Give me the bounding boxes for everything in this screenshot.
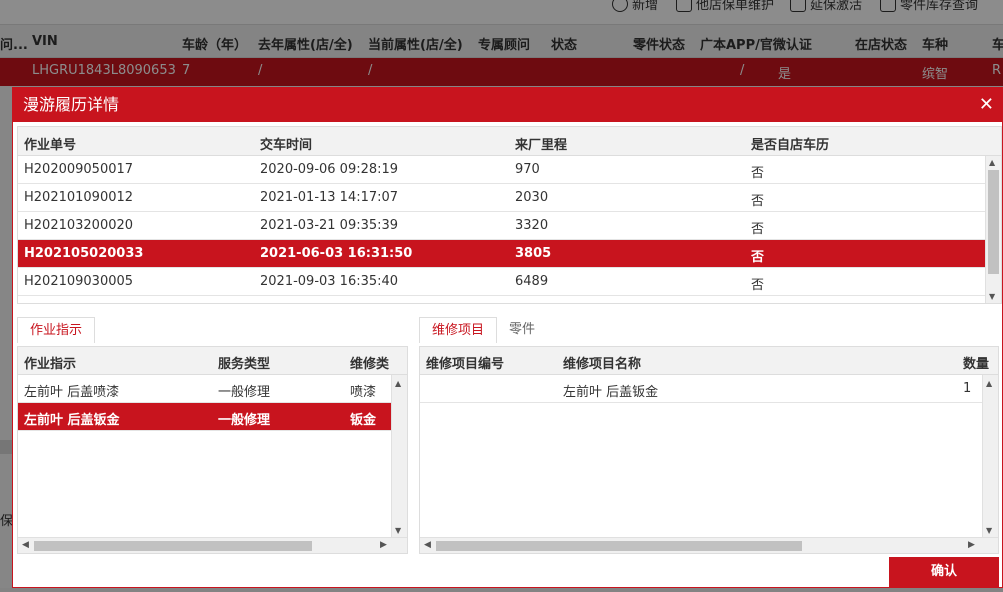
- history-cell-mileage: 3320: [515, 218, 549, 233]
- dialog-title-bar: 漫游履历详情 ✕: [13, 88, 1002, 122]
- dialog-title: 漫游履历详情: [23, 95, 120, 114]
- col-mileage[interactable]: 来厂里程: [515, 134, 567, 153]
- history-cell-time: 2021-09-03 16:35:40: [260, 274, 399, 289]
- col-instruction[interactable]: 作业指示: [24, 353, 76, 372]
- right-vscrollbar[interactable]: ▲ ▼: [982, 375, 998, 539]
- history-row[interactable]: H202109030005 2021-09-03 16:35:40 6489 否: [18, 268, 1001, 296]
- history-table-header: 作业单号 交车时间 来厂里程 是否自店车历: [18, 127, 1001, 156]
- history-cell-mileage: 970: [515, 162, 540, 177]
- right-tabs: 维修项目 零件: [419, 317, 547, 343]
- instruction-cell-repair: 钣金: [350, 413, 377, 428]
- tab-repair-items[interactable]: 维修项目: [419, 317, 498, 343]
- confirm-button[interactable]: 确认: [889, 557, 999, 587]
- history-cell-time: 2020-09-06 09:28:19: [260, 162, 399, 177]
- history-cell-own: 否: [751, 166, 765, 181]
- repair-items-header: 维修项目编号 维修项目名称 数量: [420, 347, 998, 375]
- tab-work-instruction[interactable]: 作业指示: [17, 317, 96, 343]
- right-hscrollbar[interactable]: ◀ ▶: [420, 537, 998, 553]
- history-row[interactable]: H202101090012 2021-01-13 14:17:07 2030 否: [18, 184, 1001, 212]
- scroll-thumb[interactable]: [988, 170, 999, 274]
- history-cell-own: 否: [751, 222, 765, 237]
- scroll-up-icon[interactable]: ▲: [395, 379, 401, 388]
- scroll-up-icon[interactable]: ▲: [986, 379, 992, 388]
- scroll-down-icon[interactable]: ▼: [989, 292, 995, 301]
- history-cell-time: 2021-06-03 16:31:50: [260, 246, 413, 261]
- history-cell-own: 否: [751, 278, 765, 293]
- history-cell-own: 否: [751, 194, 765, 209]
- work-instruction-body: 左前叶 后盖喷漆 一般修理 喷漆 左前叶 后盖钣金 一般修理 钣金: [18, 375, 407, 431]
- col-delivery-time[interactable]: 交车时间: [260, 134, 312, 153]
- history-scrollbar[interactable]: ▲ ▼: [985, 156, 1001, 303]
- history-row[interactable]: H202105020033 2021-06-03 16:31:50 3805 否: [18, 240, 1001, 268]
- col-service-type[interactable]: 服务类型: [218, 353, 270, 372]
- col-order-no[interactable]: 作业单号: [24, 134, 76, 153]
- history-row[interactable]: H202103200020 2021-03-21 09:35:39 3320 否: [18, 212, 1001, 240]
- repair-item-row[interactable]: 左前叶 后盖钣金 1: [420, 375, 998, 403]
- scroll-thumb[interactable]: [436, 541, 802, 551]
- repair-item-cell-qty: 1: [963, 381, 972, 396]
- col-repair-code[interactable]: 维修项目编号: [426, 353, 504, 372]
- repair-items-panel: 维修项目编号 维修项目名称 数量 左前叶 后盖钣金 1 ▲ ▼ ◀ ▶: [419, 346, 999, 554]
- scroll-down-icon[interactable]: ▼: [986, 526, 992, 535]
- history-cell-order: H202105020033: [24, 246, 144, 261]
- instruction-cell-instruction: 左前叶 后盖钣金: [24, 413, 120, 428]
- left-tabs: 作业指示: [17, 317, 96, 343]
- close-icon[interactable]: ✕: [979, 88, 994, 122]
- history-cell-order: H202109030005: [24, 274, 134, 289]
- scroll-up-icon[interactable]: ▲: [989, 158, 995, 167]
- scroll-left-icon[interactable]: ◀: [22, 540, 29, 550]
- history-cell-order: H202009050017: [24, 162, 134, 177]
- work-instruction-header: 作业指示 服务类型 维修类: [18, 347, 407, 375]
- scroll-right-icon[interactable]: ▶: [968, 540, 975, 550]
- left-vscrollbar[interactable]: ▲ ▼: [391, 375, 407, 539]
- instruction-cell-repair: 喷漆: [350, 385, 377, 400]
- col-own-store[interactable]: 是否自店车历: [751, 134, 829, 153]
- history-row[interactable]: H202009050017 2020-09-06 09:28:19 970 否: [18, 156, 1001, 184]
- history-cell-time: 2021-01-13 14:17:07: [260, 190, 399, 205]
- scroll-down-icon[interactable]: ▼: [395, 526, 401, 535]
- history-table-body: H202009050017 2020-09-06 09:28:19 970 否 H202…: [18, 156, 1001, 296]
- col-quantity[interactable]: 数量: [963, 353, 989, 372]
- history-cell-mileage: 6489: [515, 274, 549, 289]
- repair-item-cell-name: 左前叶 后盖钣金: [563, 385, 659, 400]
- instruction-cell-instruction: 左前叶 后盖喷漆: [24, 385, 120, 400]
- scroll-left-icon[interactable]: ◀: [424, 540, 431, 550]
- history-cell-order: H202101090012: [24, 190, 134, 205]
- work-instruction-panel: 作业指示 服务类型 维修类 左前叶 后盖喷漆 一般修理 喷漆 左前叶 后盖钣金 一般修理…: [17, 346, 408, 554]
- instruction-cell-service: 一般修理: [218, 385, 271, 400]
- roaming-history-dialog: 漫游履历详情 ✕ 作业单号 交车时间 来厂里程 是否自店车历 H20200905…: [12, 87, 1003, 588]
- scroll-thumb[interactable]: [34, 541, 312, 551]
- history-table: 作业单号 交车时间 来厂里程 是否自店车历 H202009050017 2020-…: [17, 126, 1002, 304]
- scroll-right-icon[interactable]: ▶: [380, 540, 387, 550]
- repair-items-body: 左前叶 后盖钣金 1: [420, 375, 998, 403]
- tab-parts[interactable]: 零件: [497, 317, 547, 343]
- history-cell-mileage: 3805: [515, 246, 552, 261]
- instruction-cell-service: 一般修理: [218, 413, 271, 428]
- history-cell-time: 2021-03-21 09:35:39: [260, 218, 399, 233]
- history-cell-order: H202103200020: [24, 218, 134, 233]
- instruction-row[interactable]: 左前叶 后盖喷漆 一般修理 喷漆: [18, 375, 407, 403]
- history-cell-own: 否: [751, 250, 765, 265]
- col-repair-type[interactable]: 维修类: [350, 353, 389, 372]
- history-cell-mileage: 2030: [515, 190, 549, 205]
- instruction-row[interactable]: 左前叶 后盖钣金 一般修理 钣金: [18, 403, 407, 431]
- col-repair-name[interactable]: 维修项目名称: [563, 353, 641, 372]
- left-hscrollbar[interactable]: ◀ ▶: [18, 537, 407, 553]
